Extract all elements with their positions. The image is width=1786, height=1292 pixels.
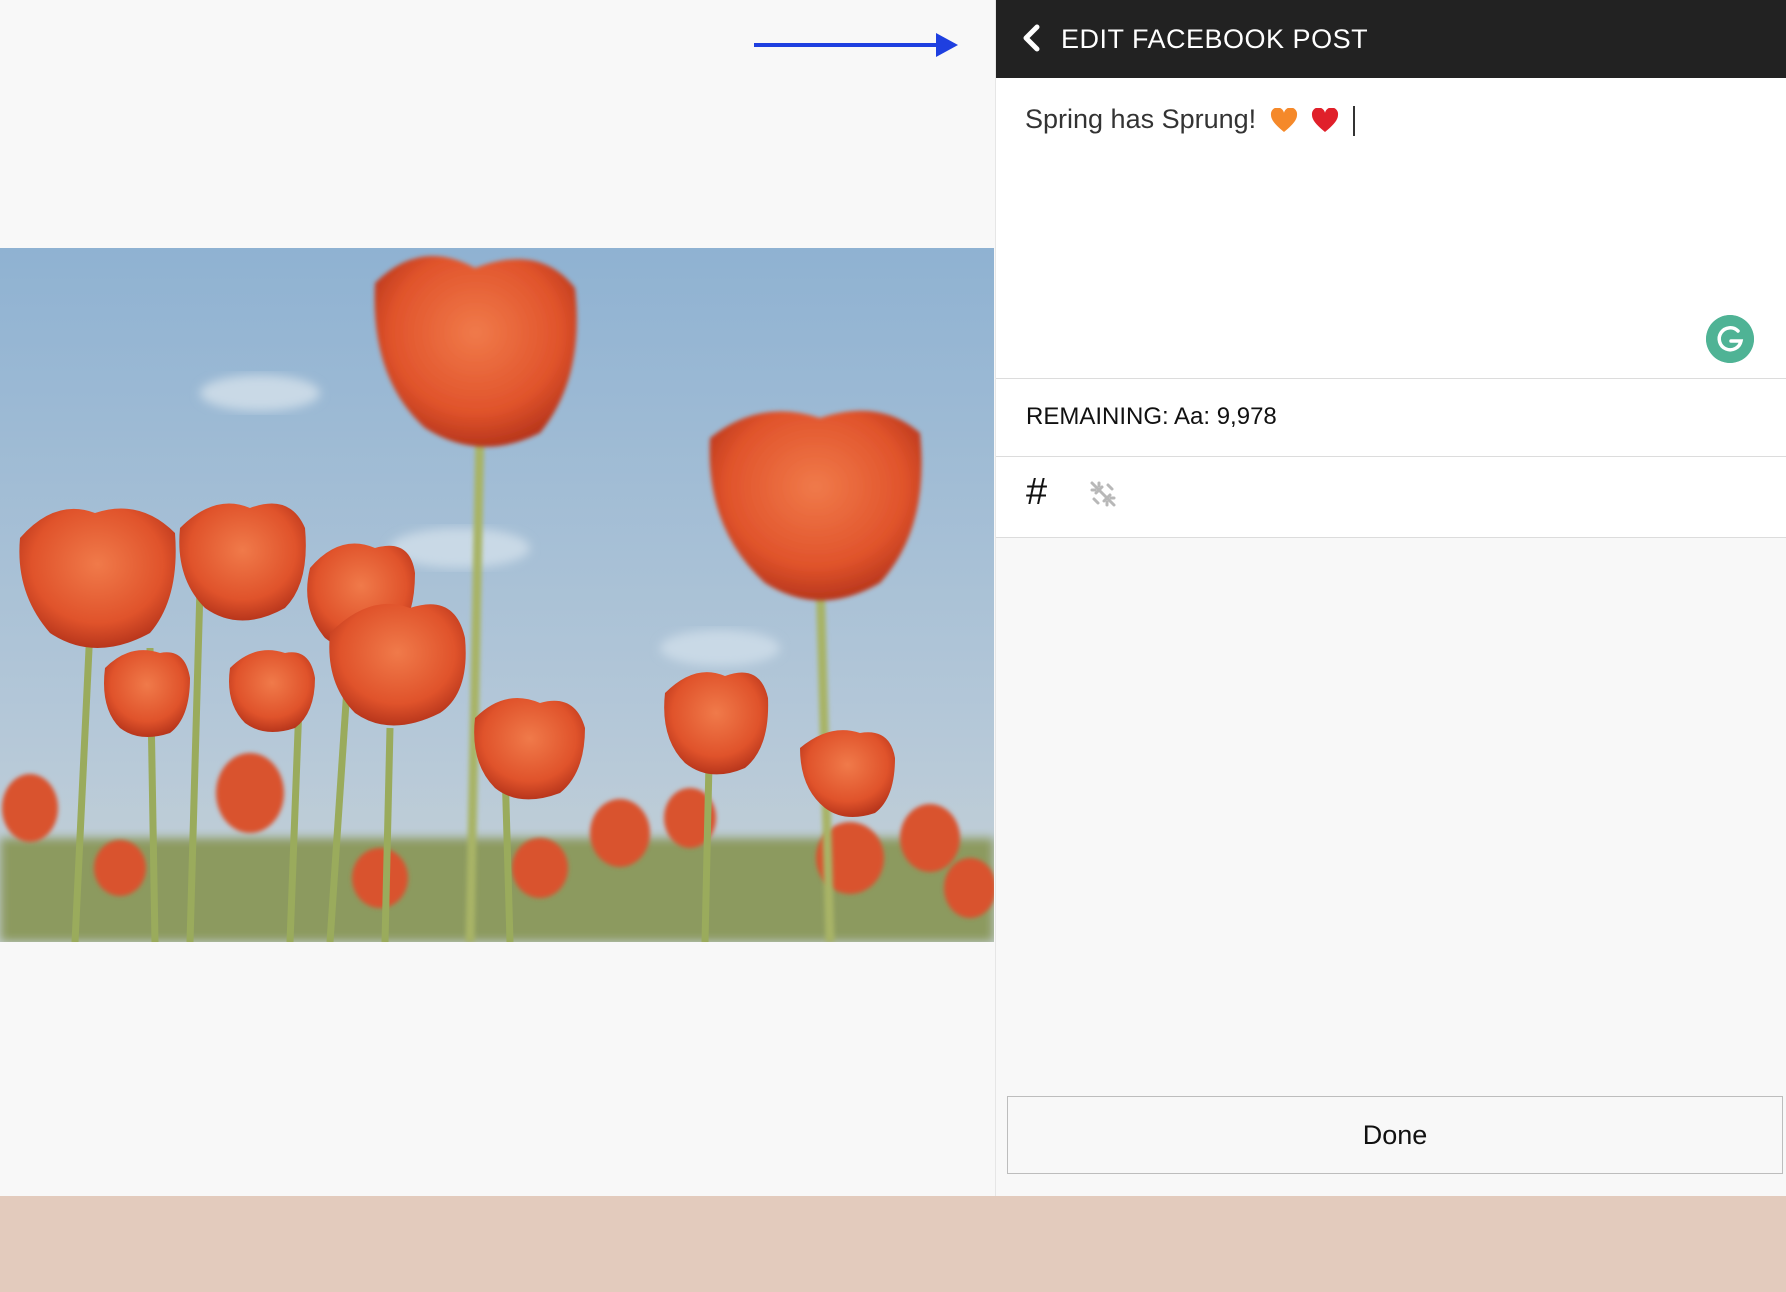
done-button[interactable]: Done	[1007, 1096, 1783, 1174]
post-text: Spring has Sprung!	[1025, 104, 1257, 134]
post-tools-row: #	[996, 457, 1786, 538]
unlink-icon[interactable]	[1086, 477, 1120, 511]
panel-title: EDIT FACEBOOK POST	[1061, 24, 1369, 54]
panel-header: EDIT FACEBOOK POST	[996, 0, 1786, 78]
post-image	[0, 248, 994, 942]
edit-post-panel: EDIT FACEBOOK POST Spring has Sprung! RE…	[995, 0, 1786, 1196]
remaining-counter-row: REMAINING: Aa: 9,978	[996, 379, 1786, 457]
grammarly-icon[interactable]	[1706, 315, 1754, 363]
text-caret	[1352, 105, 1355, 136]
red-heart-emoji	[1312, 107, 1339, 132]
chevron-left-icon[interactable]	[1014, 20, 1050, 56]
post-text-content[interactable]: Spring has Sprung!	[1025, 104, 1355, 136]
remaining-counter: REMAINING: Aa: 9,978	[1026, 403, 1277, 430]
hashtag-button[interactable]: #	[1026, 471, 1047, 514]
preview-pane	[0, 0, 994, 1196]
post-text-editor[interactable]: Spring has Sprung!	[996, 78, 1786, 379]
arrow-right-annotation	[754, 33, 958, 57]
orange-heart-emoji	[1270, 107, 1297, 132]
footer-band	[0, 1196, 1786, 1292]
